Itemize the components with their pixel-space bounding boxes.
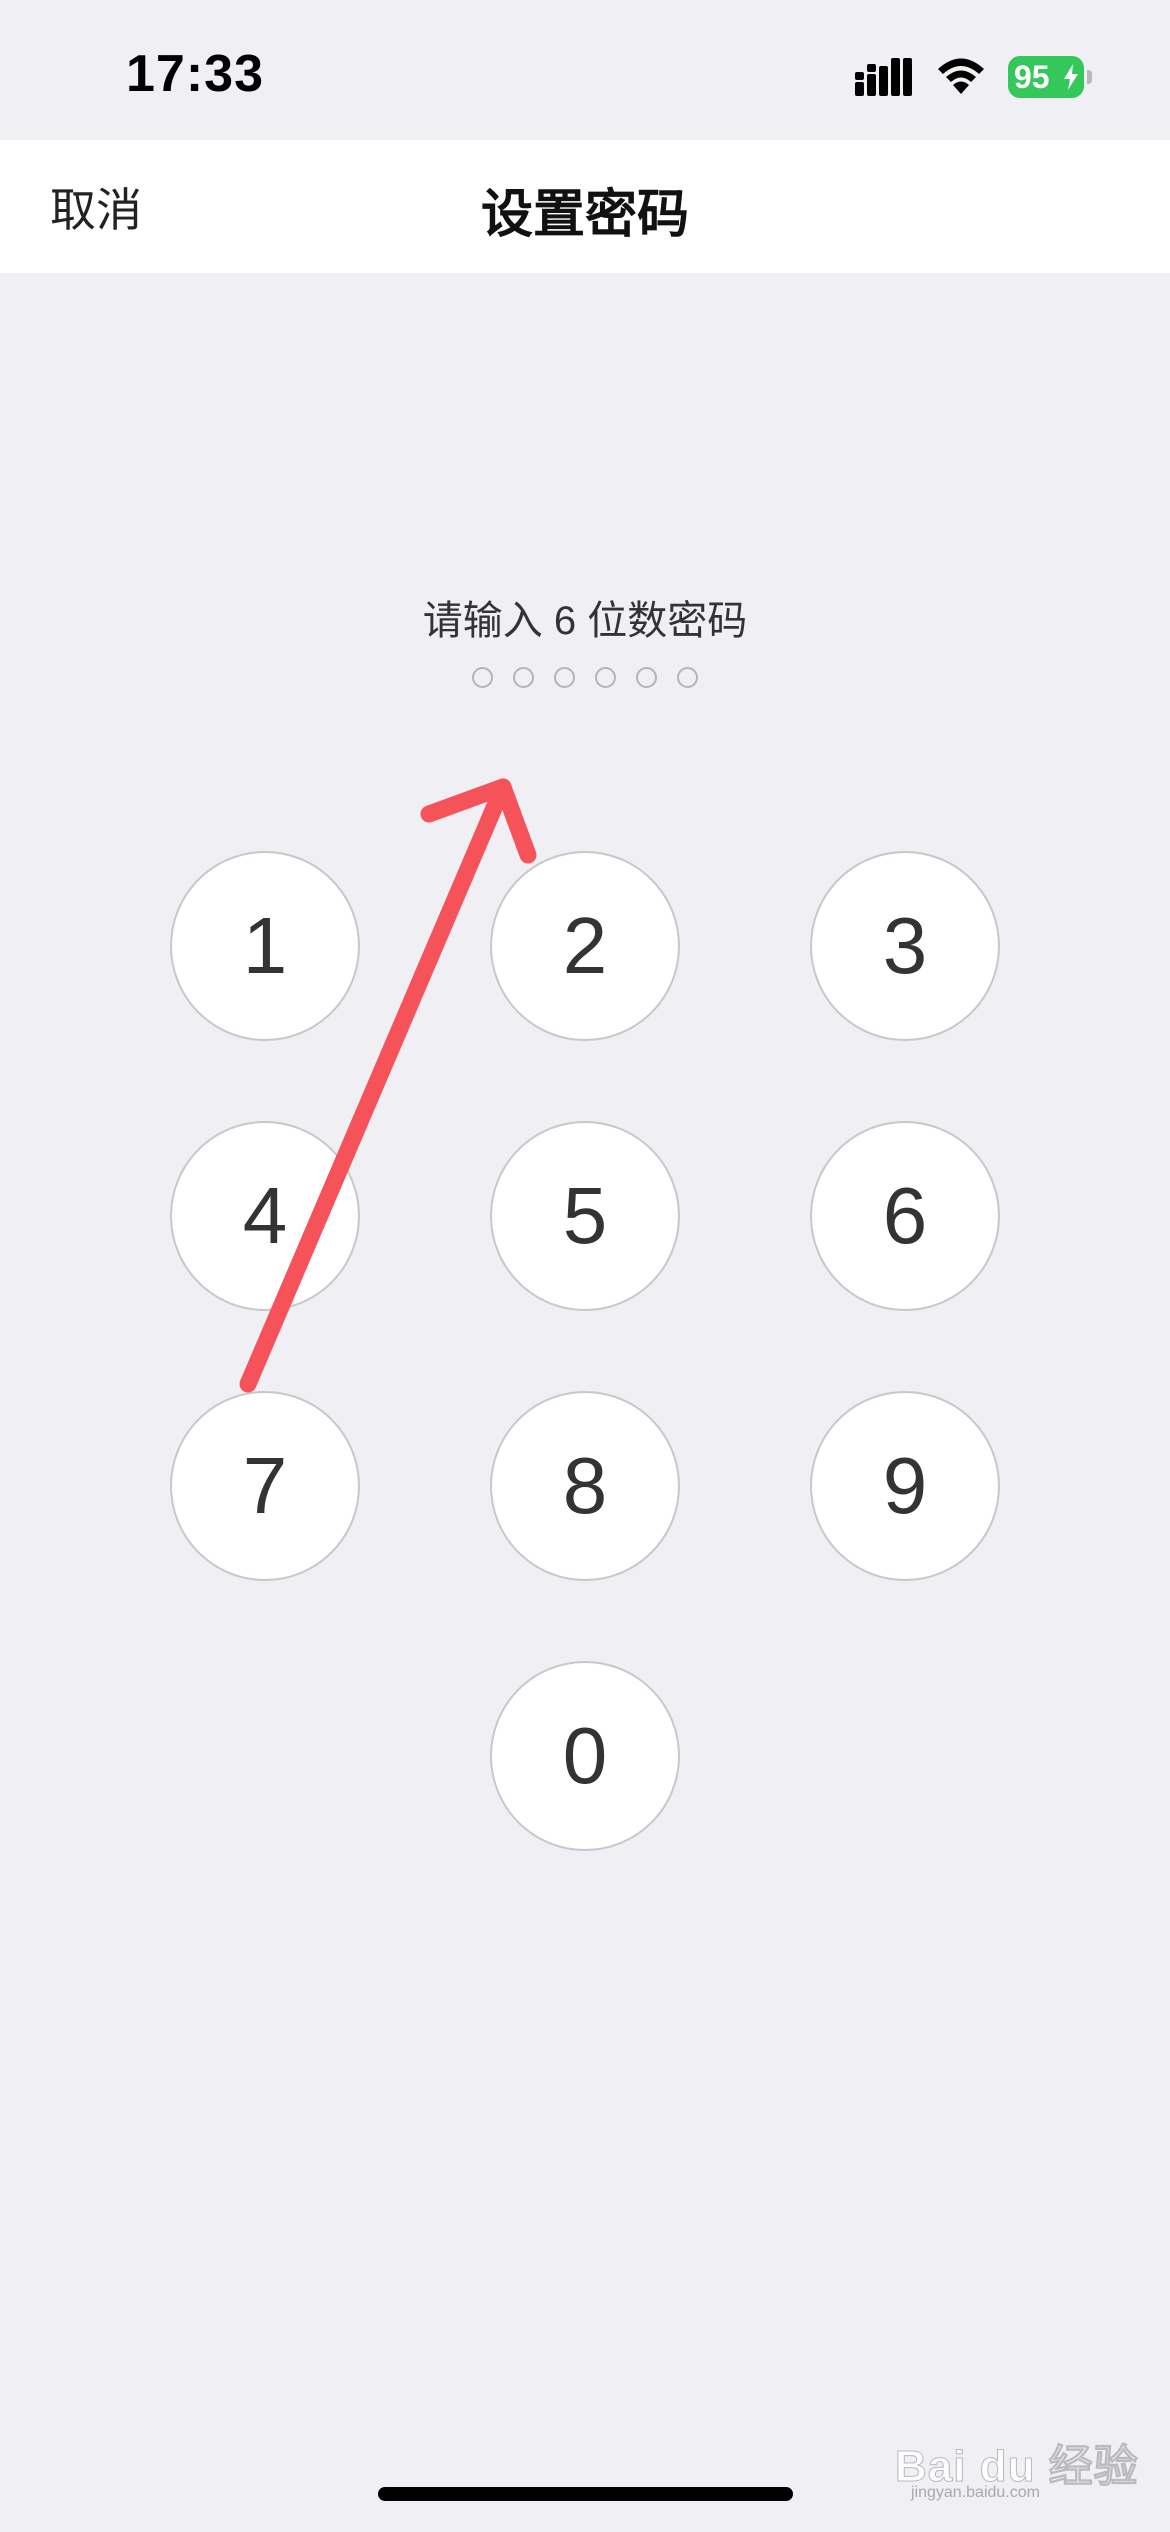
signal-icon — [855, 58, 912, 96]
key-0[interactable]: 0 — [490, 1661, 680, 1851]
passcode-prompt: 请输入 6 位数密码 — [422, 599, 748, 643]
baidu-jingyan-watermark: Bai du 经验 jingyan.baidu.com — [895, 2418, 1139, 2508]
home-indicator[interactable] — [378, 2487, 793, 2501]
passcode-dot — [513, 667, 534, 688]
passcode-dot — [677, 667, 698, 688]
nav-bar: 取消 设置密码 — [0, 140, 1170, 273]
passcode-dot — [554, 667, 575, 688]
battery-icon: 95 — [1008, 56, 1092, 98]
passcode-dot — [595, 667, 616, 688]
battery-cap — [1087, 70, 1092, 84]
status-bar: 17:33 95 — [0, 0, 1170, 140]
key-4[interactable]: 4 — [170, 1121, 360, 1311]
key-3[interactable]: 3 — [810, 851, 1000, 1041]
status-time: 17:33 — [126, 45, 264, 103]
passcode-dot — [472, 667, 493, 688]
key-2[interactable]: 2 — [490, 851, 680, 1041]
passcode-dots — [0, 667, 1170, 688]
key-8[interactable]: 8 — [490, 1391, 680, 1581]
page-title: 设置密码 — [480, 186, 689, 244]
passcode-dot — [636, 667, 657, 688]
key-5[interactable]: 5 — [490, 1121, 680, 1311]
wifi-icon — [938, 58, 984, 94]
charging-bolt-icon — [1064, 64, 1078, 90]
key-6[interactable]: 6 — [810, 1121, 1000, 1311]
key-9[interactable]: 9 — [810, 1391, 1000, 1581]
watermark-subtext: jingyan.baidu.com — [911, 2484, 1040, 2501]
key-1[interactable]: 1 — [170, 851, 360, 1041]
key-7[interactable]: 7 — [170, 1391, 360, 1581]
